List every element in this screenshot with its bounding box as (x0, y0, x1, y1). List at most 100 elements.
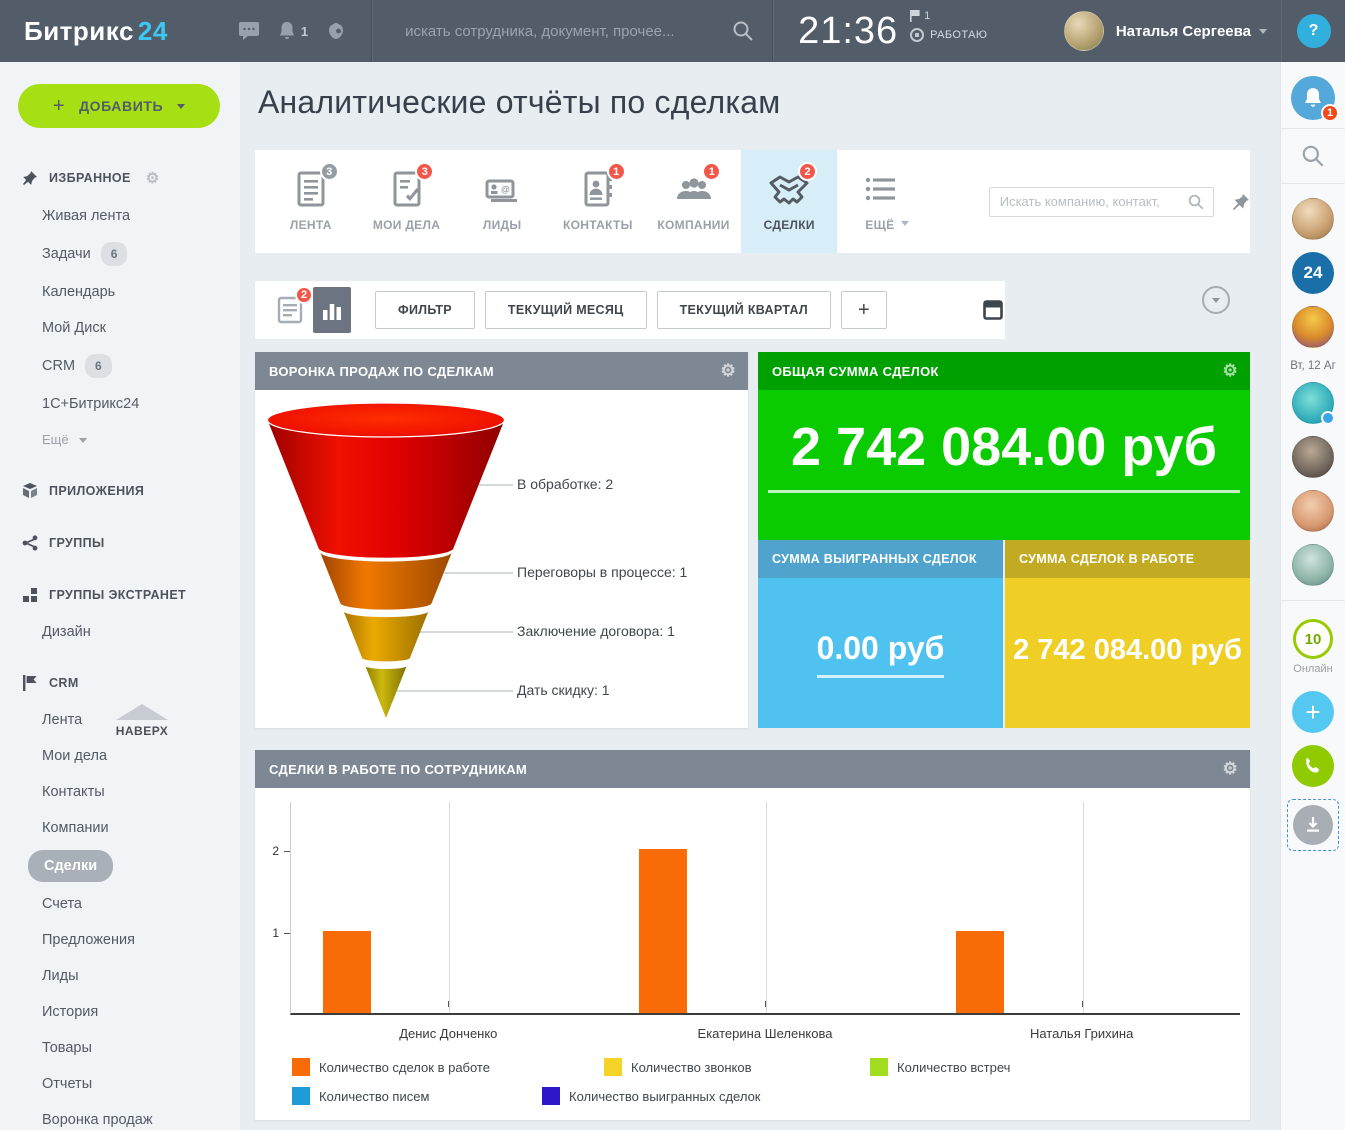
tab-more[interactable]: ЕЩЁ (837, 150, 923, 253)
gear-icon[interactable]: ⚙ (1222, 361, 1238, 381)
tab-contacts[interactable]: 1 КОНТАКТЫ (550, 150, 646, 253)
bar[interactable] (639, 849, 687, 1013)
bar[interactable] (323, 931, 371, 1013)
sidebar-item-products[interactable]: Товары (0, 1030, 240, 1066)
bar[interactable] (956, 931, 1004, 1013)
sidebar-item-1c-bitrix24[interactable]: 1С+Битрикс24 (0, 386, 240, 422)
add-filter-button[interactable]: + (841, 291, 887, 329)
invite-button[interactable]: + (1292, 691, 1334, 733)
add-button[interactable]: + ДОБАВИТЬ (18, 84, 220, 128)
sidebar-item-design[interactable]: Дизайн (0, 614, 240, 650)
sidebar-item-crm[interactable]: CRM6 (0, 346, 240, 386)
chat-badge (1321, 411, 1335, 425)
work-time-widget[interactable]: 21:36 1 РАБОТАЮ (774, 0, 987, 62)
help-button[interactable]: ? (1297, 14, 1331, 48)
legend-swatch (604, 1058, 622, 1076)
x-tick (765, 1001, 766, 1007)
filter-toolbar: 2 ФИЛЬТР ТЕКУЩИЙ МЕСЯЦ ТЕКУЩИЙ КВАРТАЛ + (255, 281, 1005, 339)
chat-avatar[interactable] (1292, 198, 1334, 240)
section-crm[interactable]: CRM (0, 664, 240, 702)
online-label: Онлайн (1293, 663, 1332, 675)
sidebar-item-companies[interactable]: Компании (0, 810, 240, 846)
won-sum-value[interactable]: 0.00 руб (817, 630, 945, 678)
tab-badge: 3 (320, 162, 339, 181)
tab-badge: 2 (798, 162, 817, 181)
filter-button[interactable]: ФИЛЬТР (375, 291, 475, 329)
chat-avatar[interactable] (1292, 436, 1334, 478)
gear-icon[interactable]: ⚙ (720, 361, 736, 381)
bitrix24-logo[interactable]: Битрикс24 (24, 16, 168, 47)
funnel-chart: В обработке: 2 Переговоры в процессе: 1 … (255, 390, 748, 728)
section-groups[interactable]: ГРУППЫ (0, 524, 240, 562)
tab-my-activities[interactable]: 3 МОИ ДЕЛА (359, 150, 455, 253)
chat-avatar[interactable] (1292, 382, 1334, 424)
bar-chart-icon (321, 298, 343, 322)
work-status[interactable]: РАБОТАЮ (910, 28, 987, 42)
search-icon[interactable] (731, 19, 755, 43)
pin-panel-icon[interactable] (1232, 193, 1250, 211)
chat-avatar[interactable] (1292, 306, 1334, 348)
tab-feed[interactable]: 3 ЛЕНТА (263, 150, 359, 253)
sidebar-item-quotes[interactable]: Предложения (0, 922, 240, 958)
sidebar-item-live-feed[interactable]: Живая лента (0, 198, 240, 234)
logo-24: 24 (138, 16, 168, 46)
sidebar-item-my-drive[interactable]: Мой Диск (0, 310, 240, 346)
notifications-button[interactable]: 1 (1291, 76, 1335, 120)
download-app-button[interactable] (1293, 805, 1333, 845)
tab-leads[interactable]: @ ЛИДЫ (454, 150, 550, 253)
download-icon (1304, 816, 1322, 834)
sidebar-item-tasks[interactable]: Задачи6 (0, 234, 240, 274)
deals-in-progress-sum-widget: СУММА СДЕЛОК В РАБОТЕ 2 742 084.00 руб (1005, 540, 1250, 728)
sidebar-item-sales-funnel[interactable]: Воронка продаж (0, 1102, 240, 1130)
entity-search-input[interactable] (998, 193, 1187, 210)
search-icon[interactable] (1187, 193, 1205, 211)
sidebar-item-history[interactable]: История (0, 994, 240, 1030)
collapse-widgets-button[interactable] (1202, 286, 1230, 314)
user-avatar[interactable] (1064, 11, 1104, 51)
back-to-top-button[interactable]: НАВЕРХ (92, 704, 192, 738)
bitrix24-chat-button[interactable]: 24 (1292, 252, 1334, 294)
section-extranet-groups[interactable]: ГРУППЫ ЭКСТРАНЕТ (0, 576, 240, 614)
sidebar-item-calendar[interactable]: Календарь (0, 274, 240, 310)
gear-icon[interactable]: ⚙ (146, 169, 160, 187)
chart-view-toggle-active[interactable] (313, 287, 351, 333)
tab-companies[interactable]: 1 КОМПАНИИ (646, 150, 742, 253)
section-apps[interactable]: ПРИЛОЖЕНИЯ (0, 472, 240, 510)
chat-avatar[interactable] (1292, 490, 1334, 532)
user-menu[interactable]: Наталья Сергеева (1064, 11, 1267, 51)
online-counter[interactable]: 10 (1293, 619, 1333, 659)
list-view-toggle[interactable]: 2 (277, 295, 303, 325)
tab-deals-active[interactable]: 2 СДЕЛКИ (741, 150, 837, 253)
widget-title: СУММА ВЫИГРАННЫХ СДЕЛОК (772, 552, 977, 566)
work-status-label: РАБОТАЮ (930, 29, 987, 41)
sidebar-item-reports[interactable]: Отчеты (0, 1066, 240, 1102)
legend-swatch (870, 1058, 888, 1076)
sidebar-item-contacts[interactable]: Контакты (0, 774, 240, 810)
chat-avatar[interactable] (1292, 544, 1334, 586)
sidebar-item-my-activities[interactable]: Мои дела (0, 738, 240, 774)
sidebar-item-invoices[interactable]: Счета (0, 886, 240, 922)
current-month-button[interactable]: ТЕКУЩИЙ МЕСЯЦ (485, 291, 647, 329)
top-bar: Битрикс24 1 21:36 (0, 0, 1345, 62)
work-sum-value[interactable]: 2 742 084.00 руб (1013, 634, 1242, 667)
sales-funnel-widget: ВОРОНКА ПРОДАЖ ПО СДЕЛКАМ ⚙ (255, 352, 748, 728)
total-sum-value[interactable]: 2 742 084.00 руб (768, 416, 1240, 493)
sidebar-item-deals-selected[interactable]: Сделки (0, 846, 240, 886)
bar-chart: Денис ДонченкоЕкатерина ШеленковаНаталья… (255, 788, 1250, 1120)
messenger-icon[interactable] (238, 21, 260, 41)
gear-icon[interactable]: ⚙ (1222, 759, 1238, 779)
notifications-bell-icon[interactable]: 1 (278, 21, 308, 41)
apps-icon (22, 483, 38, 499)
global-search-input[interactable] (403, 22, 731, 41)
sidebar-item-leads[interactable]: Лиды (0, 958, 240, 994)
flag-count: 1 (924, 10, 930, 22)
sidebar-item-more[interactable]: Ещё (0, 422, 240, 458)
legend-label: Количество встреч (897, 1060, 1010, 1075)
cloud-icon[interactable] (326, 21, 346, 41)
search-icon[interactable] (1300, 143, 1326, 169)
phone-button[interactable] (1292, 745, 1334, 787)
current-quarter-button[interactable]: ТЕКУЩИЙ КВАРТАЛ (657, 291, 831, 329)
layout-icon[interactable] (983, 300, 1003, 320)
legend-swatch (542, 1087, 560, 1105)
widget-header: СДЕЛКИ В РАБОТЕ ПО СОТРУДНИКАМ ⚙ (255, 750, 1250, 788)
